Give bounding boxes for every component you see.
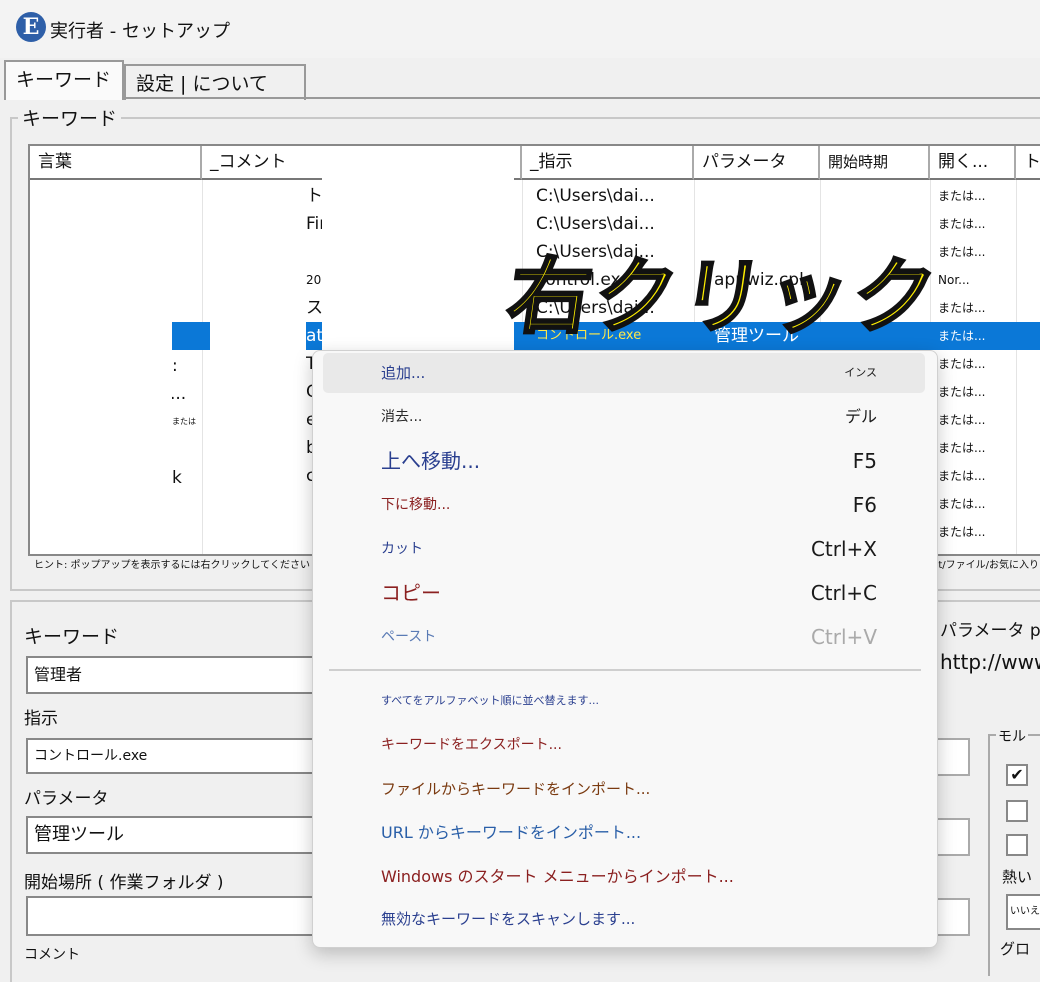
hint-text: ヒント: ポップアップを表示するには右クリックしてください [34,560,310,571]
right-click-annotation: 右クリック [501,249,947,347]
window-title: 実行者 - セットアップ [50,21,230,42]
mol-legend: モル [996,726,1028,746]
table-row[interactable]: ト C:\Users\dai... または... [30,182,1040,210]
right-field-2[interactable] [936,818,970,856]
menu-label: Windows のスタート メニューからインポート... [381,867,734,886]
menu-shortcut: F6 [852,493,877,517]
start-folder-field[interactable] [26,896,326,936]
menu-label: すべてをアルファベット順に並べ替えます... [381,694,599,707]
menu-item-delete[interactable]: 消去... デル [323,397,925,437]
directive-field[interactable]: コントロール.exe [26,738,326,774]
option-checkbox-3[interactable] [1006,834,1028,856]
start-folder-label: 開始場所 ( 作業フォルダ ) [24,873,224,893]
menu-item-add[interactable]: 追加... インス [323,353,925,393]
menu-label: 上へ移動... [381,449,481,473]
title-bar: E 実行者 - セットアップ [0,0,1040,58]
hot-label: 熱い [1002,868,1033,886]
table-cell-open: または... [938,189,986,203]
menu-item-copy[interactable]: コピー Ctrl+C [323,573,925,613]
menu-item-move-down[interactable]: 下に移動... F6 [323,485,925,525]
column-header-directive[interactable]: _指示 [522,146,694,180]
table-cell-open: または... [938,497,986,511]
keyword-field[interactable]: 管理者 [26,656,326,694]
menu-shortcut: Ctrl+V [810,625,877,649]
column-header-extra[interactable]: ト [1016,146,1040,180]
column-header-start[interactable]: 開始時期 [820,146,930,180]
left-fragment: または [172,417,196,426]
menu-shortcut: F5 [852,449,877,473]
table-cell-comment: ト [306,186,323,206]
table-cell-dir: C:\Users\dai... [536,186,655,206]
table-cell-open: または... [938,385,986,399]
left-fragment: : [172,356,178,376]
menu-item-paste[interactable]: ペースト Ctrl+V [323,617,925,657]
menu-shortcut: Ctrl+X [810,537,877,561]
menu-label: URL からキーワードをインポート... [381,823,642,842]
right-parameter-label: パラメータ p [940,621,1040,641]
left-fragment: k [172,468,182,488]
tab-keyword[interactable]: キーワード [4,60,124,100]
column-header-open[interactable]: 開く... [930,146,1016,180]
app-logo-icon: E [16,12,46,42]
menu-label: ペースト [381,629,437,645]
column-header-parameter[interactable]: パラメータ [694,146,820,180]
table-cell-open: または... [938,329,986,343]
parameter-label: パラメータ [24,789,109,809]
comment-label: コメント [24,947,80,963]
table-cell-open: または... [938,441,986,455]
left-fragment: ... [170,384,187,404]
column-header-word[interactable]: 言葉 [30,146,202,180]
hot-select[interactable]: いいえ [1006,894,1040,930]
glo-label: グロ [1000,940,1031,958]
table-cell-open: または... [938,413,986,427]
table-cell-comment: ス [306,298,323,318]
table-cell-open: または... [938,469,986,483]
tab-divider [4,97,1040,99]
option-checkbox-1[interactable]: ✔ [1006,764,1028,786]
table-cell-open: Nor... [938,273,970,287]
right-field-3[interactable] [936,898,970,936]
menu-separator [329,669,921,671]
parameter-field[interactable]: 管理ツール [26,816,326,854]
menu-item-scan-invalid[interactable]: 無効なキーワードをスキャンします... [323,899,925,939]
menu-item-sort-alpha[interactable]: すべてをアルファベット順に並べ替えます... [323,681,925,721]
menu-item-import-url[interactable]: URL からキーワードをインポート... [323,813,925,853]
menu-item-import-file[interactable]: ファイルからキーワードをインポート... [323,769,925,809]
table-cell-open: または... [938,301,986,315]
menu-shortcut: Ctrl+C [810,581,877,605]
context-menu: 追加... インス 消去... デル 上へ移動... F5 下に移動... F6… [312,350,938,948]
right-field-1[interactable] [936,738,970,776]
keyword-group-legend: キーワード [18,104,122,131]
menu-label: 消去... [381,409,423,425]
menu-shortcut: デル [844,407,877,426]
menu-item-cut[interactable]: カット Ctrl+X [323,529,925,569]
menu-label: キーワードをエクスポート... [381,737,562,753]
menu-label: 下に移動... [381,497,451,513]
menu-label: コピー [381,581,441,605]
menu-label: ファイルからキーワードをインポート... [381,780,651,798]
menu-shortcut: インス [844,366,877,379]
menu-item-export[interactable]: キーワードをエクスポート... [323,725,925,765]
menu-label: カット [381,541,423,557]
tab-settings-about[interactable]: 設定 | について [124,64,306,100]
keyword-label: キーワード [24,626,120,648]
menu-label: 追加... [381,364,426,382]
menu-label: 無効なキーワードをスキャンします... [381,910,636,928]
directive-label: 指示 [24,709,58,729]
menu-item-move-up[interactable]: 上へ移動... F5 [323,441,925,481]
table-cell-open: または... [938,525,986,539]
menu-item-import-start-menu[interactable]: Windows のスタート メニューからインポート... [323,857,925,897]
right-parameter-value: http://www [940,650,1040,674]
table-cell-open: または... [938,357,986,371]
hint-text-right: ut/ファイル/お気に入り [932,560,1039,571]
option-checkbox-2[interactable] [1006,800,1028,822]
